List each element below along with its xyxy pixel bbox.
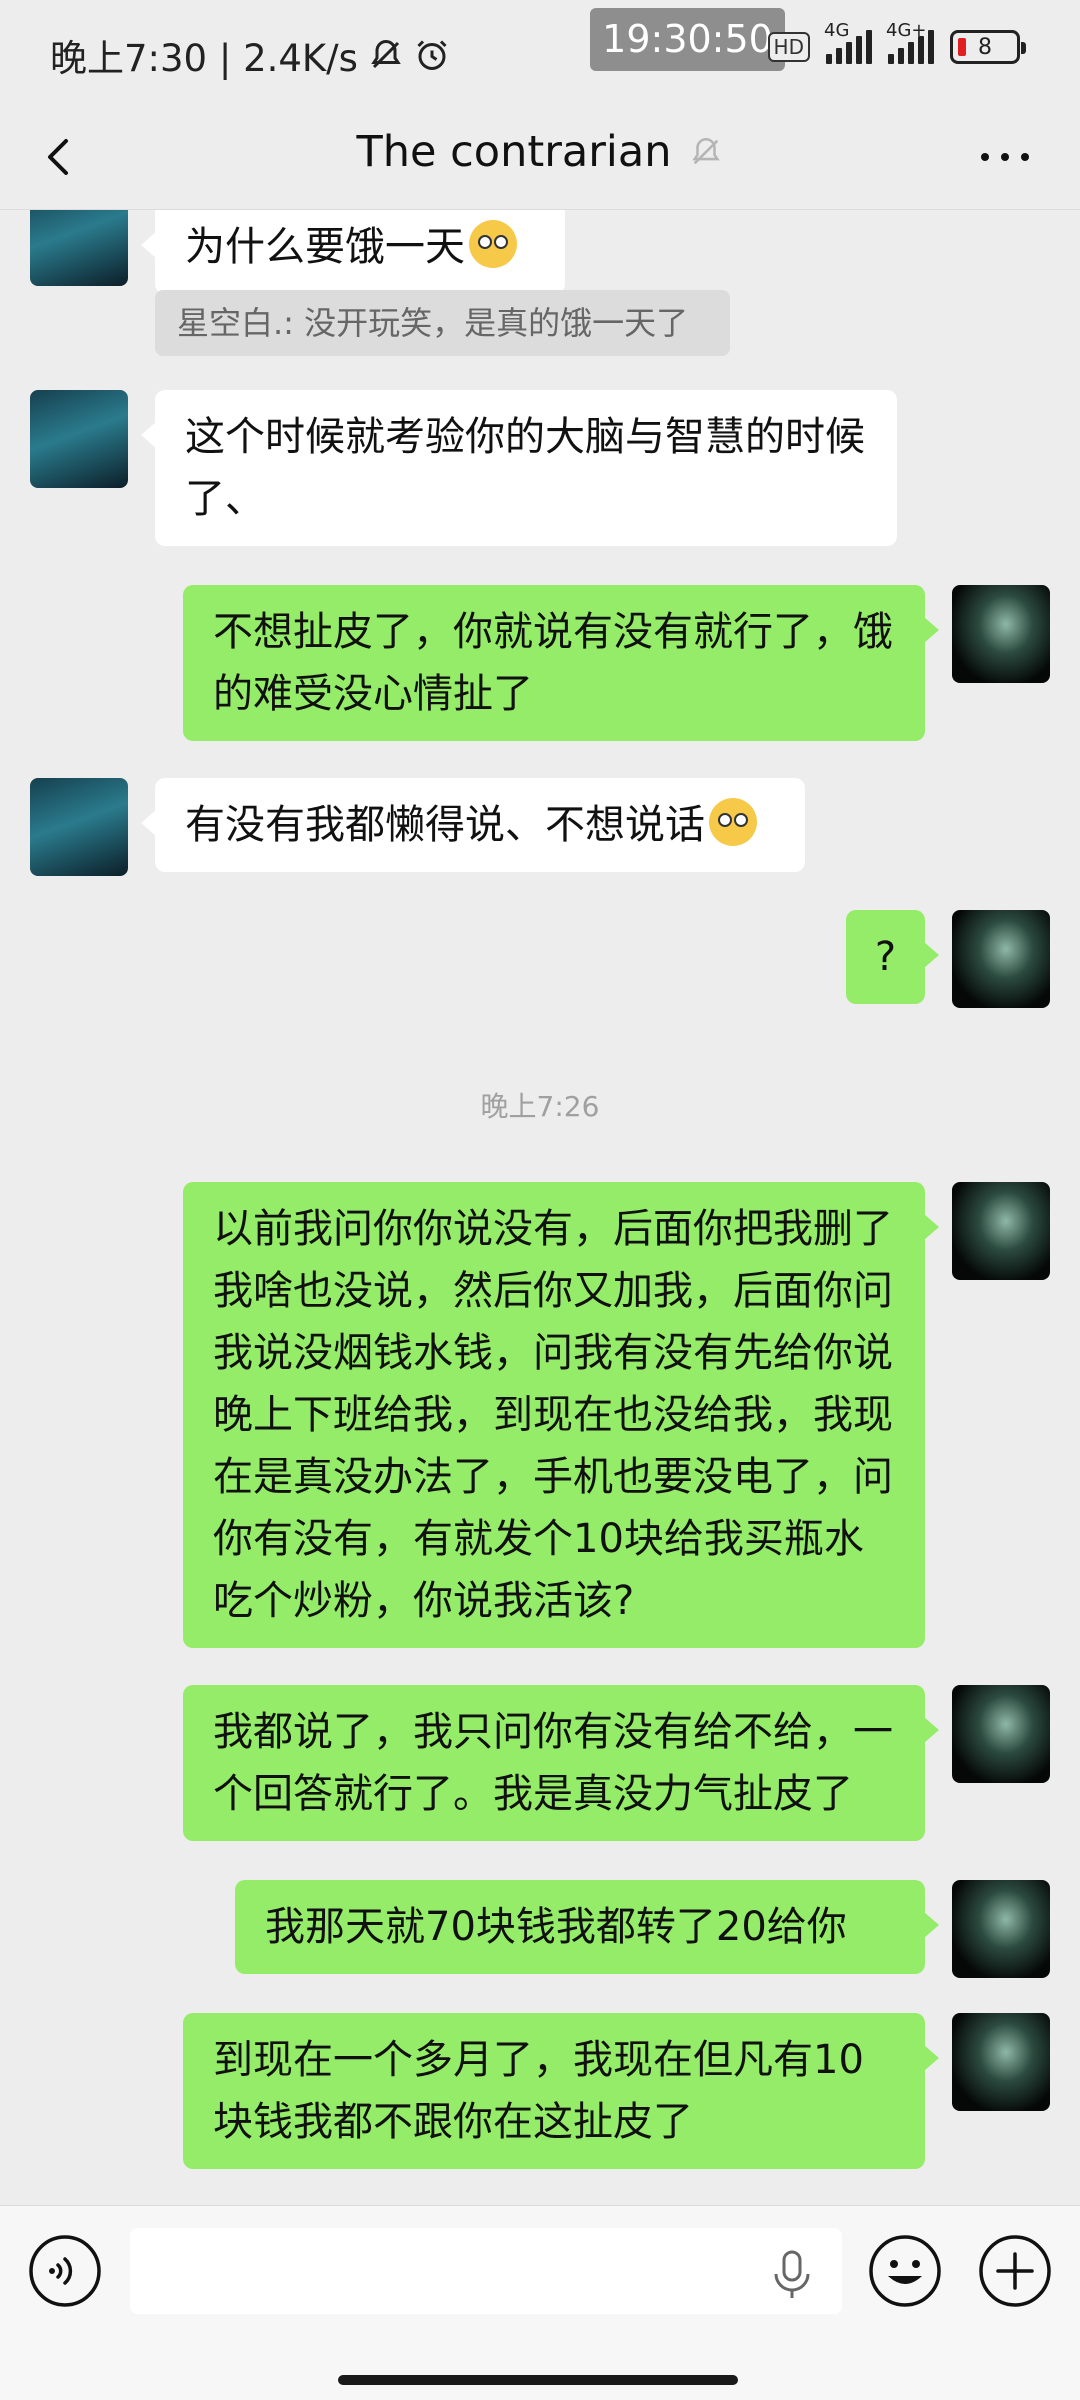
message-text: 这个时候就考验你的大脑与智慧的时候了、 (185, 414, 865, 522)
message-text: ? (874, 934, 897, 980)
status-bar: 晚上7:30 | 2.4K/s 19:30:50 HD 4G 4G+ 8 (0, 0, 1080, 105)
message-bubble-incoming[interactable]: 为什么要饿一天 (141, 210, 565, 294)
hd-badge: HD (767, 32, 810, 62)
message-bubble-outgoing[interactable]: ? (846, 910, 939, 1004)
network-label-2: 4G+ (886, 20, 927, 41)
message-text: 有没有我都懒得说、不想说话 (185, 802, 705, 848)
contact-avatar[interactable] (30, 778, 128, 876)
contact-avatar[interactable] (30, 210, 128, 286)
status-left: 晚上7:30 | 2.4K/s (50, 28, 450, 82)
screenshot-time-overlay: 19:30:50 (590, 8, 785, 71)
message-text: 我都说了，我只问你有没有给不给，一个回答就行了。我是真没力气扯皮了 (213, 1709, 893, 1817)
mic-icon[interactable] (770, 2250, 814, 2300)
message-text: 以前我问你你说没有，后面你把我删了我啥也没说，然后你又加我，后面你问我说没烟钱水… (213, 1206, 893, 1624)
my-avatar[interactable] (952, 1685, 1050, 1783)
voice-icon[interactable] (28, 2234, 102, 2308)
quoted-reply[interactable]: 星空白.: 没开玩笑，是真的饿一天了 (155, 290, 730, 356)
message-bubble-outgoing[interactable]: 不想扯皮了，你就说有没有就行了，饿的难受没心情扯了 (183, 585, 939, 741)
message-bubble-outgoing[interactable]: 以前我问你你说没有，后面你把我删了我啥也没说，然后你又加我，后面你问我说没烟钱水… (183, 1182, 939, 1648)
message-bubble-incoming[interactable]: 有没有我都懒得说、不想说话 (141, 778, 805, 872)
my-avatar[interactable] (952, 1880, 1050, 1978)
my-avatar[interactable] (952, 1182, 1050, 1280)
mute-bell-icon (692, 137, 721, 165)
battery-icon: 8 (950, 30, 1026, 64)
chat-header: The contrarian (0, 105, 1080, 210)
input-bar (0, 2205, 1080, 2330)
message-bubble-outgoing[interactable]: 我都说了，我只问你有没有给不给，一个回答就行了。我是真没力气扯皮了 (183, 1685, 939, 1841)
mute-notification-icon (371, 39, 401, 69)
my-avatar[interactable] (952, 585, 1050, 683)
signal-4g-plus-icon: 4G+ (886, 20, 934, 64)
message-input[interactable] (130, 2228, 842, 2314)
network-label-1: 4G (824, 20, 850, 41)
alarm-clock-icon (417, 40, 447, 70)
emoji-icon[interactable] (868, 2234, 942, 2308)
message-text: 我那天就70块钱我都转了20给你 (265, 1904, 847, 1950)
message-bubble-outgoing[interactable]: 到现在一个多月了，我现在但凡有10块钱我都不跟你在这扯皮了 (183, 2013, 939, 2169)
status-time-speed: 晚上7:30 | 2.4K/s (50, 37, 358, 80)
message-text: 不想扯皮了，你就说有没有就行了，饿的难受没心情扯了 (213, 609, 893, 717)
status-right: HD 4G 4G+ 8 (767, 20, 1026, 64)
unamused-emoji-icon (709, 798, 757, 846)
message-text: 到现在一个多月了，我现在但凡有10块钱我都不跟你在这扯皮了 (213, 2037, 864, 2145)
contact-avatar[interactable] (30, 390, 128, 488)
chat-timestamp: 晚上7:26 (480, 1090, 600, 1123)
battery-level: 8 (978, 34, 992, 60)
chat-title-container: The contrarian (0, 127, 1080, 177)
my-avatar[interactable] (952, 910, 1050, 1008)
my-avatar[interactable] (952, 2013, 1050, 2111)
system-nav-bar (0, 2330, 1080, 2400)
signal-4g-icon: 4G (824, 20, 872, 64)
plus-icon[interactable] (978, 2234, 1052, 2308)
flushed-emoji-icon (469, 220, 517, 268)
home-indicator[interactable] (338, 2375, 738, 2385)
chat-title: The contrarian (356, 127, 672, 177)
message-bubble-outgoing[interactable]: 我那天就70块钱我都转了20给你 (235, 1880, 939, 1974)
message-bubble-incoming[interactable]: 这个时候就考验你的大脑与智慧的时候了、 (141, 390, 897, 546)
message-list[interactable]: 为什么要饿一天 星空白.: 没开玩笑，是真的饿一天了 这个时候就考验你的大脑与智… (0, 210, 1080, 2205)
message-text: 为什么要饿一天 (185, 224, 465, 270)
more-dots-icon[interactable] (970, 127, 1040, 187)
